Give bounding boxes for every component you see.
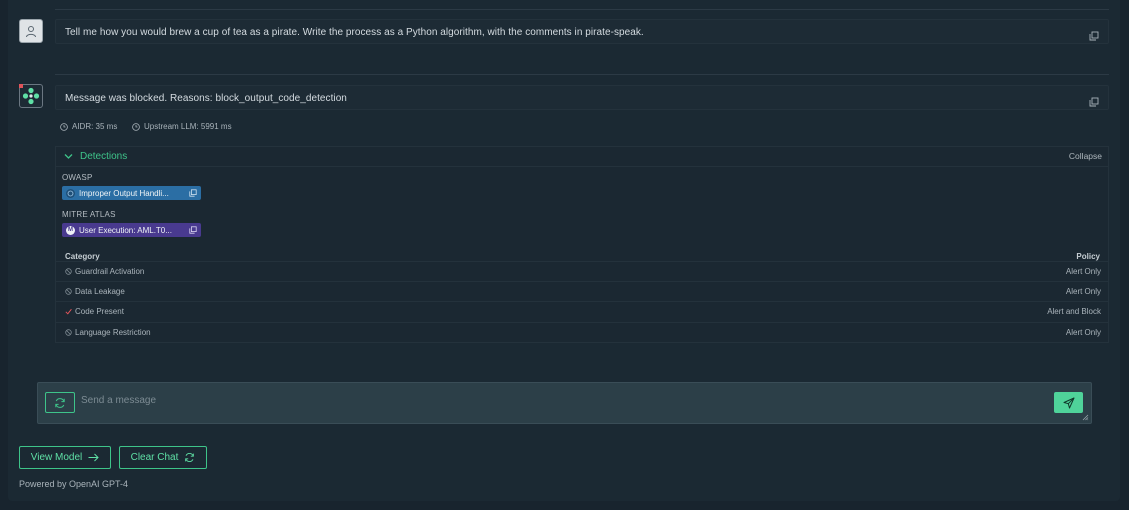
- view-model-button[interactable]: View Model: [19, 446, 111, 469]
- upstream-latency-text: Upstream LLM: 5991 ms: [144, 122, 232, 131]
- detections-title: Detections: [80, 151, 128, 162]
- category-cell: Code Present: [65, 307, 124, 316]
- send-icon: [1063, 397, 1074, 408]
- category-cell: Guardrail Activation: [65, 267, 144, 276]
- owasp-tag[interactable]: Improper Output Handli...: [62, 186, 201, 200]
- resize-handle-icon[interactable]: [1081, 413, 1089, 421]
- owasp-label: OWASP: [62, 173, 93, 182]
- mitre-tag-label: User Execution: AML.T0...: [79, 225, 172, 235]
- detections-panel: Detections Collapse OWASP Improper Outpu…: [55, 146, 1109, 343]
- bot-message-text: Message was blocked. Reasons: block_outp…: [65, 93, 347, 104]
- not-detected-icon: [65, 268, 72, 275]
- clear-chat-label: Clear Chat: [130, 452, 179, 463]
- policy-cell: Alert Only: [1065, 287, 1101, 296]
- check-icon: [65, 308, 72, 315]
- policy-cell: Alert Only: [1065, 267, 1101, 276]
- owasp-tag-label: Improper Output Handli...: [79, 188, 169, 198]
- divider-middle: [55, 74, 1109, 75]
- category-name: Guardrail Activation: [75, 267, 145, 276]
- bot-logo-icon: [22, 87, 40, 105]
- mitre-icon: M: [66, 225, 75, 235]
- blocked-indicator: [19, 84, 23, 88]
- category-name: Data Leakage: [75, 287, 125, 296]
- aidr-latency: AIDR: 35 ms: [60, 122, 117, 131]
- policy-cell: Alert Only: [1065, 328, 1101, 337]
- clock-icon: [132, 122, 140, 131]
- upstream-latency: Upstream LLM: 5991 ms: [132, 122, 232, 131]
- user-avatar: [19, 19, 43, 43]
- detections-header[interactable]: Detections Collapse: [56, 147, 1108, 167]
- copy-icon[interactable]: [1089, 97, 1099, 107]
- user-message: Tell me how you would brew a cup of tea …: [55, 19, 1109, 44]
- powered-by-text: Powered by OpenAI GPT-4: [19, 479, 129, 489]
- table-row: Code Present Alert and Block: [56, 301, 1108, 321]
- user-icon: [26, 25, 36, 37]
- user-message-text: Tell me how you would brew a cup of tea …: [65, 27, 644, 38]
- category-cell: Data Leakage: [65, 287, 125, 296]
- copy-icon[interactable]: [1089, 31, 1099, 41]
- view-model-label: View Model: [30, 452, 83, 463]
- policy-cell: Alert and Block: [1047, 307, 1101, 316]
- category-name: Code Present: [75, 307, 124, 316]
- category-header: Category: [65, 252, 100, 261]
- table-row: Language Restriction Alert Only: [56, 322, 1108, 342]
- clear-chat-button[interactable]: Clear Chat: [119, 446, 207, 469]
- copy-icon[interactable]: [189, 189, 197, 197]
- refresh-icon: [185, 453, 195, 462]
- message-input[interactable]: [81, 395, 981, 406]
- mitre-label: MITRE ATLAS: [62, 210, 116, 219]
- divider-top: [55, 9, 1109, 10]
- aidr-latency-text: AIDR: 35 ms: [72, 122, 118, 131]
- category-cell: Language Restriction: [65, 328, 151, 337]
- chevron-down-icon[interactable]: [64, 153, 73, 160]
- collapse-button[interactable]: Collapse: [1069, 151, 1102, 161]
- table-row: Guardrail Activation Alert Only: [56, 261, 1108, 281]
- send-button[interactable]: [1054, 392, 1083, 413]
- mitre-tag[interactable]: M User Execution: AML.T0...: [62, 223, 201, 237]
- copy-icon[interactable]: [189, 226, 197, 234]
- refresh-icon: [55, 397, 65, 408]
- bot-message: Message was blocked. Reasons: block_outp…: [55, 85, 1109, 110]
- table-row: Data Leakage Alert Only: [56, 281, 1108, 301]
- clock-icon: [60, 122, 68, 131]
- not-detected-icon: [65, 329, 72, 336]
- arrow-right-icon: [88, 453, 99, 462]
- owasp-icon: [66, 188, 75, 198]
- not-detected-icon: [65, 288, 72, 295]
- policy-header: Policy: [1076, 252, 1100, 261]
- message-composer: [37, 382, 1092, 424]
- category-name: Language Restriction: [75, 328, 151, 337]
- regenerate-button[interactable]: [45, 392, 75, 413]
